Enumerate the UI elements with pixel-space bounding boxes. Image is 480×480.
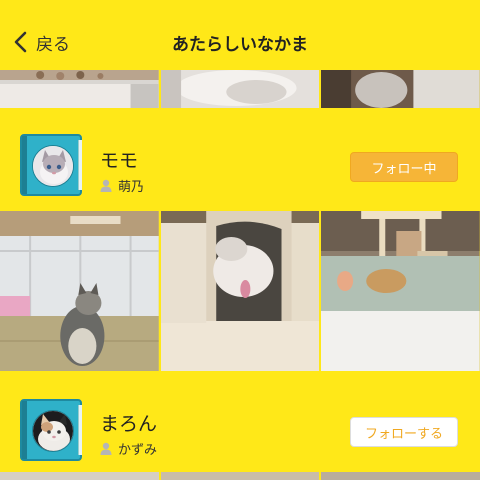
person-icon <box>100 179 112 192</box>
cat-photo[interactable] <box>160 70 320 108</box>
avatar <box>32 410 74 452</box>
cat-photo[interactable] <box>321 472 480 480</box>
page-title: あたらしいなかま <box>172 35 308 55</box>
user-card[interactable]: まろん かずみ フォローする <box>0 373 480 480</box>
follow-button[interactable]: フォローする <box>350 417 458 447</box>
avatar <box>32 145 74 187</box>
album-book-icon <box>20 134 82 196</box>
user-name: まろん <box>100 413 158 435</box>
cat-photo[interactable] <box>0 211 159 371</box>
cat-photo[interactable] <box>160 472 320 480</box>
album-book-icon <box>20 399 82 461</box>
nav-bar: 戻る あたらしいなかま <box>0 0 480 70</box>
person-icon <box>100 442 112 455</box>
cat-photo[interactable] <box>321 211 480 371</box>
user-name: モモ <box>100 150 139 172</box>
photo-grid <box>0 211 480 371</box>
cat-photo[interactable] <box>160 211 320 371</box>
owner-name: 萌乃 <box>118 180 145 195</box>
owner-name: かずみ <box>118 443 158 458</box>
cat-photo[interactable] <box>0 70 159 108</box>
user-card[interactable]: モモ 萌乃 フォロー中 <box>0 110 480 210</box>
cat-photo[interactable] <box>321 70 480 108</box>
cat-photo[interactable] <box>0 472 159 480</box>
following-button[interactable]: フォロー中 <box>350 152 458 182</box>
owner-info: かずみ <box>100 439 157 458</box>
owner-info: 萌乃 <box>100 176 144 195</box>
photo-grid-previous <box>0 70 480 108</box>
photo-grid-next <box>0 472 480 480</box>
